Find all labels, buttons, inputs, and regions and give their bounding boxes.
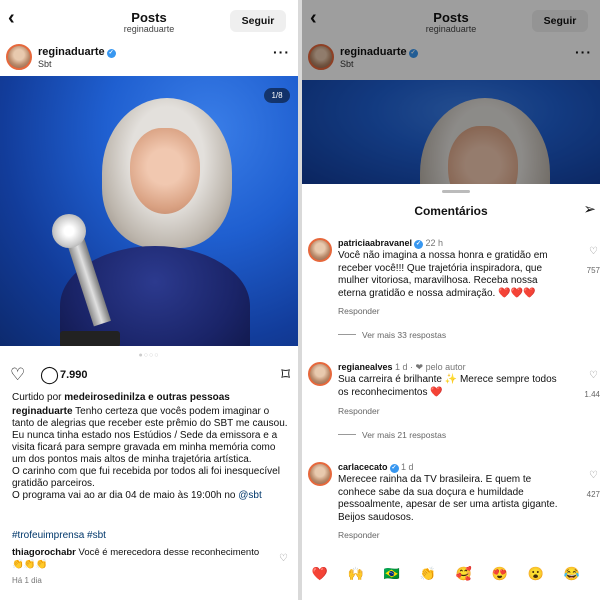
liked-by[interactable]: Curtido por medeirosedinilza e outras pe… xyxy=(12,392,230,403)
comment-item: regianealves 1 d · ❤ pelo autor Sua carr… xyxy=(302,360,600,460)
follow-button[interactable]: Seguir xyxy=(230,10,286,32)
action-bar: ♡ ◯ 7.990 ⌑ xyxy=(10,366,290,386)
comment-username[interactable]: patriciaabravanel ✓ 22 h xyxy=(338,238,443,249)
comment-text: Sua carreira é brilhante ✨ Merece sempre… xyxy=(338,374,557,398)
comment-like-count: 757 xyxy=(586,266,600,275)
comment-text: Merecee rainha da TV brasileira. E quem … xyxy=(338,474,558,523)
post-username[interactable]: reginaduarte ✓ xyxy=(38,46,116,58)
photo-face xyxy=(130,128,200,214)
like-icon[interactable]: ♡ xyxy=(10,366,25,384)
avatar[interactable] xyxy=(6,44,32,70)
post-header: reginaduarte ✓ Sbt ··· xyxy=(6,44,296,72)
verified-badge-icon: ✓ xyxy=(106,49,116,58)
emoji-flag-brazil-button[interactable]: 🇧🇷 xyxy=(380,562,404,586)
emoji-surprised-button[interactable]: 😮 xyxy=(524,562,548,586)
emoji-reaction-bar: ❤️ 🙌 🇧🇷 👏 🥰 😍 😮 😂 xyxy=(302,562,600,588)
avatar[interactable] xyxy=(308,462,332,486)
view-replies-button[interactable]: Ver mais 33 respostas xyxy=(362,330,446,340)
emoji-smiling-hearts-button[interactable]: 🥰 xyxy=(452,562,476,586)
reply-button[interactable]: Responder xyxy=(338,530,380,540)
comment-text: Você não imagina a nossa honra e gratidã… xyxy=(338,250,548,299)
trophy-base xyxy=(60,331,120,346)
post-view-panel: ‹ Posts reginaduarte Seguir reginaduarte… xyxy=(0,0,298,600)
share-icon[interactable]: ➢ xyxy=(583,200,596,218)
avatar[interactable] xyxy=(308,238,332,262)
emoji-clap-button[interactable]: 👏 xyxy=(416,562,440,586)
hashtags[interactable]: #trofeuimprensa #sbt xyxy=(12,530,106,541)
more-options-icon[interactable]: ··· xyxy=(273,44,290,60)
comment-username[interactable]: regianealves 1 d · ❤ pelo autor xyxy=(338,362,466,373)
top-bar: ‹ Posts reginaduarte Seguir xyxy=(0,0,298,40)
carousel-counter: 1/8 xyxy=(264,88,290,103)
comment-like-count: 427 xyxy=(586,490,600,499)
reply-button[interactable]: Responder xyxy=(338,406,380,416)
dimmed-background: ‹ Posts reginaduarte Seguir reginaduarte… xyxy=(302,0,600,184)
verified-badge-icon: ✓ xyxy=(414,240,424,249)
dim-overlay[interactable] xyxy=(302,0,600,184)
emoji-raised-hands-button[interactable]: 🙌 xyxy=(344,562,368,586)
emoji-heart-eyes-button[interactable]: 😍 xyxy=(488,562,512,586)
post-photo[interactable]: 1/8 xyxy=(0,76,298,346)
carousel-dots: ●○○○ xyxy=(138,352,160,359)
comment-preview: thiagorochabr Você é merecedora desse re… xyxy=(12,547,260,570)
view-replies-button[interactable]: Ver mais 21 respostas xyxy=(362,430,446,440)
comment-like-icon[interactable]: ♡ xyxy=(589,246,598,257)
save-icon[interactable]: ⌑ xyxy=(281,366,290,384)
comment-like-icon[interactable]: ♡ xyxy=(589,370,598,381)
comment-icon[interactable]: ◯ xyxy=(40,366,59,384)
emoji-laughing-button[interactable]: 😂 xyxy=(560,562,584,586)
caption-username[interactable]: reginaduarte xyxy=(12,406,73,417)
sheet-title: Comentários xyxy=(414,204,488,218)
verified-badge-icon: ✓ xyxy=(389,464,399,473)
avatar[interactable] xyxy=(308,362,332,386)
comment-like-icon[interactable]: ♡ xyxy=(589,470,598,481)
comments-sheet: Comentários ➢ patriciaabravanel ✓ 22 h Vo… xyxy=(302,184,600,600)
comments-view-panel: ‹ Posts reginaduarte Seguir reginaduarte… xyxy=(302,0,600,600)
comment-like-icon[interactable]: ♡ xyxy=(279,553,288,564)
reply-button[interactable]: Responder xyxy=(338,306,380,316)
comment-item: patriciaabravanel ✓ 22 h Você não imagina… xyxy=(302,236,600,356)
drag-handle[interactable] xyxy=(442,190,470,193)
comment-username[interactable]: carlacecato ✓ 1 d xyxy=(338,462,414,473)
mention-link[interactable]: @sbt xyxy=(238,490,262,501)
trophy-top xyxy=(52,214,86,248)
comment-like-count: 1.44 xyxy=(584,390,600,399)
comment-item: carlacecato ✓ 1 d Merecee rainha da TV br… xyxy=(302,460,600,560)
timestamp: Há 1 dia xyxy=(12,576,42,585)
emoji-heart-button[interactable]: ❤️ xyxy=(308,562,332,586)
post-location[interactable]: Sbt xyxy=(38,59,52,69)
comment-count: 7.990 xyxy=(60,369,88,381)
post-caption: reginaduarte Tenho certeza que vocês pod… xyxy=(12,406,288,501)
